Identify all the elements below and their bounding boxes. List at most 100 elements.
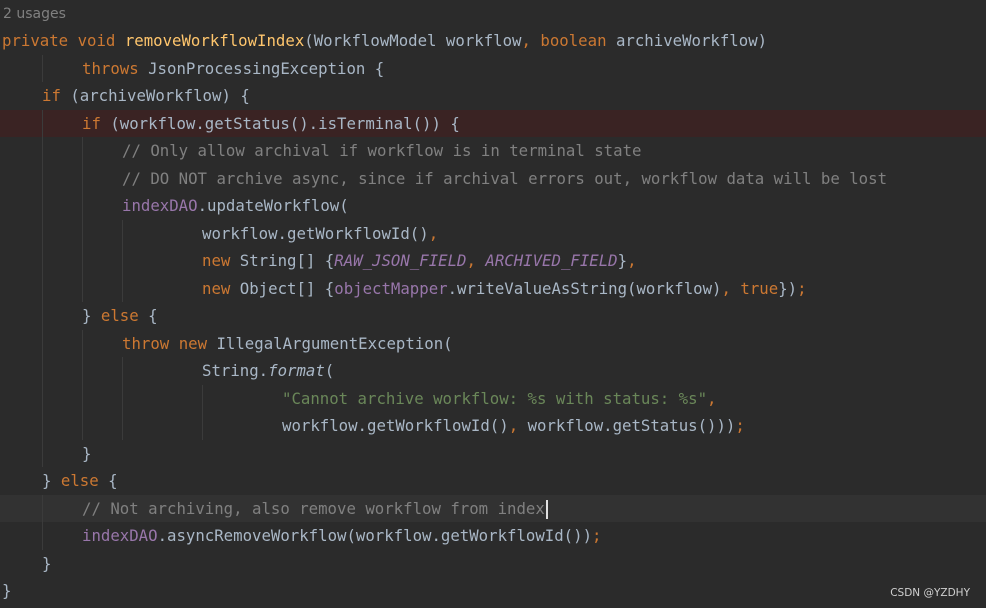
code-token: workflow.getStatus())) bbox=[518, 416, 736, 435]
keyword-token: throw bbox=[122, 333, 170, 353]
code-line[interactable]: new Object[] {objectMapper.writeValueAsS… bbox=[0, 275, 986, 302]
code-line[interactable]: indexDAO.updateWorkflow( bbox=[0, 192, 986, 219]
code-line[interactable]: } bbox=[0, 440, 986, 467]
code-text: } bbox=[82, 440, 91, 467]
code-line[interactable]: // Only allow archival if workflow is in… bbox=[0, 137, 986, 164]
code-token: (workflow.getStatus().isTerminal()) { bbox=[100, 113, 460, 133]
keyword-token: if bbox=[42, 86, 61, 105]
keyword-token: new bbox=[178, 333, 208, 353]
code-line[interactable]: private void removeWorkflowIndex(Workflo… bbox=[0, 27, 986, 54]
code-token: String[] { bbox=[230, 251, 335, 270]
code-line[interactable]: // DO NOT archive async, since if archiv… bbox=[0, 165, 986, 192]
code-token: Object[] { bbox=[230, 278, 335, 298]
code-line[interactable]: // Not archiving, also remove workflow f… bbox=[0, 494, 986, 522]
code-text: } else { bbox=[82, 302, 158, 329]
code-line[interactable]: } else { bbox=[0, 467, 986, 494]
text-caret bbox=[545, 499, 548, 519]
code-token: workflow.getWorkflowId() bbox=[202, 223, 429, 243]
code-text: new String[] {RAW_JSON_FIELD, ARCHIVED_F… bbox=[202, 247, 637, 274]
code-line[interactable]: if (workflow.getStatus().isTerminal()) { bbox=[0, 109, 986, 137]
constant-ref: RAW_JSON_FIELD bbox=[334, 251, 467, 270]
keyword-token: , bbox=[428, 223, 439, 243]
code-line[interactable]: throw new IllegalArgumentException( bbox=[0, 330, 986, 357]
code-token: } bbox=[82, 306, 101, 325]
indent-guide bbox=[42, 109, 43, 467]
keyword-token: else bbox=[100, 306, 139, 325]
indent-guide bbox=[42, 494, 43, 550]
code-text: private void removeWorkflowIndex(Workflo… bbox=[2, 27, 767, 54]
comment-text: // Not archiving, also remove workflow f… bbox=[82, 498, 545, 518]
code-token: String. bbox=[202, 361, 269, 380]
code-line[interactable]: workflow.getWorkflowId(), workflow.getSt… bbox=[0, 412, 986, 439]
code-token: } bbox=[82, 443, 92, 463]
code-token: .writeValueAsString(workflow) bbox=[447, 278, 722, 298]
code-token: { bbox=[138, 306, 158, 325]
code-line[interactable]: new String[] {RAW_JSON_FIELD, ARCHIVED_F… bbox=[0, 247, 986, 274]
usages-hint[interactable]: 2 usages bbox=[3, 3, 66, 25]
indent-guide bbox=[122, 219, 123, 302]
code-line[interactable]: } else { bbox=[0, 302, 986, 329]
watermark: CSDN @YZDHY bbox=[890, 587, 970, 599]
keyword-token: , bbox=[721, 278, 731, 298]
code-token: .asyncRemoveWorkflow(workflow.getWorkflo… bbox=[157, 526, 593, 545]
code-text: workflow.getWorkflowId(), workflow.getSt… bbox=[282, 412, 745, 439]
code-text: throw new IllegalArgumentException( bbox=[122, 330, 453, 357]
code-token: } bbox=[42, 553, 52, 573]
code-token: JsonProcessingException { bbox=[138, 58, 385, 78]
code-editor[interactable]: 2 usages private void removeWorkflowInde… bbox=[0, 0, 986, 608]
keyword-token: , bbox=[508, 416, 519, 435]
code-text: } else { bbox=[42, 467, 118, 494]
code-text: if (archiveWorkflow) { bbox=[42, 82, 250, 109]
keyword-token: throws bbox=[82, 58, 139, 78]
code-line[interactable]: indexDAO.asyncRemoveWorkflow(workflow.ge… bbox=[0, 522, 986, 549]
method-name: removeWorkflowIndex bbox=[124, 31, 305, 50]
code-text: // DO NOT archive async, since if archiv… bbox=[122, 165, 887, 192]
keyword-token: else bbox=[60, 471, 99, 490]
code-line[interactable]: String.format( bbox=[0, 357, 986, 384]
keyword-token: boolean bbox=[540, 31, 607, 50]
code-line[interactable]: throws JsonProcessingException { bbox=[0, 55, 986, 82]
code-text: throws JsonProcessingException { bbox=[82, 55, 384, 82]
constant-ref: ARCHIVED_FIELD bbox=[485, 251, 618, 270]
code-text: if (workflow.getStatus().isTerminal()) { bbox=[82, 110, 460, 137]
code-token: .updateWorkflow( bbox=[197, 196, 349, 215]
code-text: // Only allow archival if workflow is in… bbox=[122, 137, 641, 164]
code-line[interactable]: workflow.getWorkflowId(), bbox=[0, 220, 986, 247]
code-text: indexDAO.asyncRemoveWorkflow(workflow.ge… bbox=[82, 522, 601, 549]
comment-text: // DO NOT archive async, since if archiv… bbox=[122, 168, 888, 188]
code-line[interactable]: "Cannot archive workflow: %s with status… bbox=[0, 385, 986, 412]
keyword-token: new bbox=[202, 251, 231, 270]
code-token: archiveWorkflow) bbox=[606, 31, 768, 50]
string-literal: "Cannot archive workflow: %s with status… bbox=[282, 388, 708, 408]
code-token: } bbox=[2, 581, 12, 600]
keyword-token: , bbox=[627, 251, 637, 270]
code-text: } bbox=[42, 550, 51, 577]
code-text: } bbox=[2, 577, 11, 604]
code-text: new Object[] {objectMapper.writeValueAsS… bbox=[202, 275, 807, 302]
code-token: (WorkflowModel workflow bbox=[304, 31, 522, 50]
code-text: "Cannot archive workflow: %s with status… bbox=[282, 385, 716, 412]
indent-guide bbox=[122, 357, 123, 440]
code-token: IllegalArgumentException( bbox=[207, 333, 453, 353]
keyword-token: ; bbox=[735, 416, 745, 435]
code-text: workflow.getWorkflowId(), bbox=[202, 220, 438, 247]
indent-guide bbox=[82, 329, 83, 440]
keyword-token: private bbox=[2, 31, 69, 50]
code-text: String.format( bbox=[202, 357, 334, 384]
code-line[interactable]: } bbox=[0, 550, 986, 577]
code-line[interactable]: if (archiveWorkflow) { bbox=[0, 82, 986, 109]
keyword-token: ; bbox=[592, 526, 602, 545]
code-token: } bbox=[42, 471, 61, 490]
field-ref: indexDAO bbox=[122, 196, 198, 215]
code-line[interactable]: } bbox=[0, 577, 986, 604]
code-text: // Not archiving, also remove workflow f… bbox=[82, 495, 548, 522]
keyword-token: ; bbox=[797, 278, 807, 298]
code-token: } bbox=[617, 251, 628, 270]
code-text: indexDAO.updateWorkflow( bbox=[122, 192, 349, 219]
keyword-token: , bbox=[707, 388, 717, 408]
